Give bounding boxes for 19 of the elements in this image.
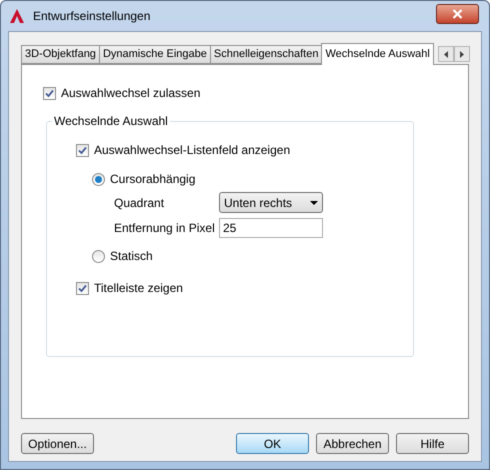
dialog-button[interactable]: Optionen... (21, 433, 94, 454)
group-title: Wechselnde Auswahl (52, 114, 170, 128)
radio-label: Statisch (110, 248, 153, 265)
tab[interactable]: Schnelleigenschaften (210, 45, 322, 64)
tab[interactable]: Wechselnde Auswahl (321, 43, 434, 65)
quadrant-dropdown[interactable]: Unten rechts (219, 192, 323, 213)
radio-label: Cursorabhängig (110, 171, 196, 188)
dialog-button[interactable]: OK (236, 433, 309, 454)
field-label: Entfernung in Pixel (114, 220, 216, 237)
tab[interactable]: Dynamische Eingabe (98, 45, 211, 64)
checkbox-label: Auswahlwechsel-Listenfeld anzeigen (94, 142, 290, 159)
window-title: Entwurfseinstellungen (33, 8, 150, 25)
checkbox-label: Titelleiste zeigen (94, 280, 183, 297)
checkbox-label: Auswahlwechsel zulassen (61, 85, 200, 102)
distance-field[interactable]: 25 (219, 218, 323, 238)
dialog-button[interactable]: Abbrechen (316, 433, 389, 454)
tab[interactable]: 3D-Objektfang (21, 45, 100, 64)
field-label: Quadrant (114, 194, 166, 212)
dialog-button[interactable]: Hilfe (396, 433, 469, 454)
